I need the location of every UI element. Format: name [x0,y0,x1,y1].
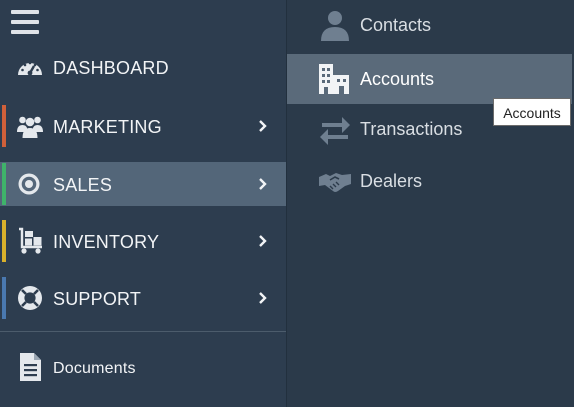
chevron-right-icon [258,177,268,191]
sidebar-divider [0,331,286,332]
accent-bar [2,220,6,262]
submenu-item-label: Dealers [360,171,423,191]
sidebar-item-label: SUPPORT [53,289,142,309]
hamburger-menu-icon[interactable] [11,10,39,34]
submenu-item-label: Contacts [360,15,432,35]
life-ring-icon [16,284,44,312]
submenu-item-contacts[interactable]: Contacts [287,0,572,50]
chevron-right-icon [258,291,268,305]
submenu-item-dealers[interactable]: Dealers [287,156,572,206]
sidebar-nav: DASHBOARD MARKETING SALES INVENTORY SUPP… [0,0,286,407]
tooltip: Accounts [493,98,571,126]
exchange-arrows-icon [318,112,352,146]
sidebar-item-label: INVENTORY [53,232,160,252]
sidebar-item-label: DASHBOARD [53,58,169,78]
accent-bar [2,277,6,319]
sidebar-item-inventory[interactable]: INVENTORY [0,219,286,263]
dolly-boxes-icon [16,227,44,255]
handshake-icon [318,164,352,198]
sidebar-item-sales[interactable]: SALES [0,162,286,206]
chevron-right-icon [258,234,268,248]
building-icon [318,62,352,96]
document-icon [18,352,46,381]
accent-bar [2,105,6,147]
person-icon [318,8,352,42]
sidebar-item-dashboard[interactable]: DASHBOARD [0,45,286,89]
submenu-item-accounts[interactable]: Accounts [287,54,572,104]
target-icon [16,170,44,198]
people-group-icon [16,112,44,140]
sidebar-item-label: Documents [53,360,136,377]
sidebar-item-marketing[interactable]: MARKETING [0,104,286,148]
sidebar-item-documents[interactable]: Documents [0,346,286,390]
sidebar-item-label: MARKETING [53,117,162,137]
sidebar-item-support[interactable]: SUPPORT [0,276,286,320]
submenu-item-label: Transactions [360,119,463,139]
chevron-right-icon [258,119,268,133]
submenu-item-label: Accounts [360,69,435,89]
speedometer-icon [16,53,44,81]
accent-bar [2,163,6,205]
sidebar-item-label: SALES [53,175,113,195]
